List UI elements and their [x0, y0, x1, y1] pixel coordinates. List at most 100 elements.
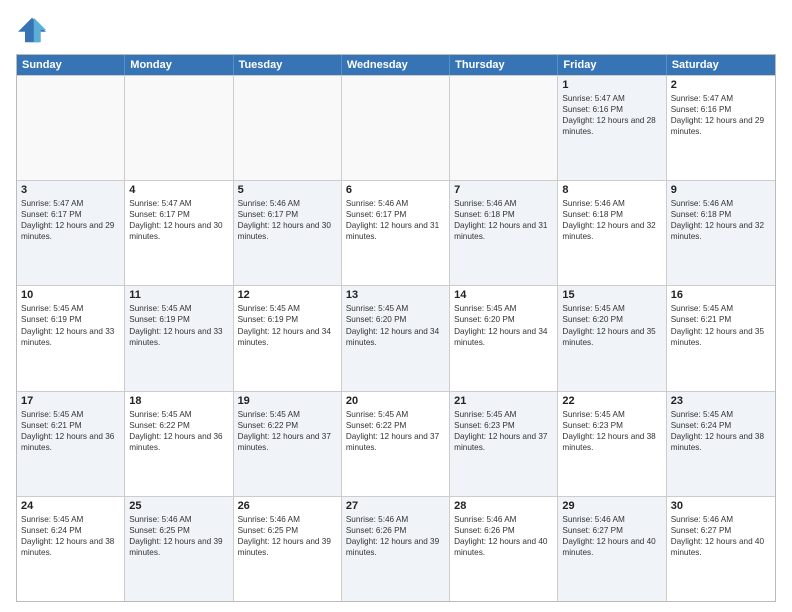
sunset-text: Sunset: 6:26 PM: [454, 525, 553, 536]
calendar-cell: 20 Sunrise: 5:45 AMSunset: 6:22 PMDayligh…: [342, 392, 450, 496]
daylight-text: Daylight: 12 hours and 28 minutes.: [562, 115, 661, 137]
daylight-text: Daylight: 12 hours and 36 minutes.: [129, 431, 228, 453]
day-number: 24: [21, 500, 120, 512]
sunset-text: Sunset: 6:18 PM: [454, 209, 553, 220]
day-number: 17: [21, 395, 120, 407]
sunrise-text: Sunrise: 5:45 AM: [671, 303, 771, 314]
sunrise-text: Sunrise: 5:47 AM: [562, 93, 661, 104]
calendar-cell: 28Sunrise: 5:46 AMSunset: 6:26 PMDayligh…: [450, 497, 558, 601]
sunrise-text: Sunrise: 5:45 AM: [346, 303, 445, 314]
calendar-cell: 16Sunrise: 5:45 AMSunset: 6:21 PMDayligh…: [667, 286, 775, 390]
sunset-text: Sunset: 6:22 PM: [346, 420, 445, 431]
day-number: 3: [21, 184, 120, 196]
calendar-cell: 17Sunrise: 5:45 AMSunset: 6:21 PMDayligh…: [17, 392, 125, 496]
sunrise-text: Sunrise: 5:45 AM: [562, 409, 661, 420]
day-number: 20: [346, 395, 445, 407]
daylight-text: Daylight: 12 hours and 33 minutes.: [21, 326, 120, 348]
day-number: 10: [21, 289, 120, 301]
sunset-text: Sunset: 6:20 PM: [346, 314, 445, 325]
sunset-text: Sunset: 6:27 PM: [562, 525, 661, 536]
day-number: 21: [454, 395, 553, 407]
sunrise-text: Sunrise: 5:46 AM: [454, 198, 553, 209]
sunrise-text: Sunrise: 5:46 AM: [671, 514, 771, 525]
sunrise-text: Sunrise: 5:45 AM: [454, 303, 553, 314]
calendar-cell: 18Sunrise: 5:45 AMSunset: 6:22 PMDayligh…: [125, 392, 233, 496]
daylight-text: Daylight: 12 hours and 35 minutes.: [562, 326, 661, 348]
sunset-text: Sunset: 6:21 PM: [21, 420, 120, 431]
daylight-text: Daylight: 12 hours and 37 minutes.: [346, 431, 445, 453]
calendar-row: 10Sunrise: 5:45 AMSunset: 6:19 PMDayligh…: [17, 285, 775, 390]
sunrise-text: Sunrise: 5:45 AM: [129, 303, 228, 314]
calendar-cell: [450, 76, 558, 180]
calendar-cell: [17, 76, 125, 180]
sunset-text: Sunset: 6:18 PM: [562, 209, 661, 220]
calendar-cell: 29 Sunrise: 5:46 AMSunset: 6:27 PMDayligh…: [558, 497, 666, 601]
sunrise-text: Sunrise: 5:46 AM: [562, 198, 661, 209]
day-number: 30: [671, 500, 771, 512]
sunset-text: Sunset: 6:23 PM: [562, 420, 661, 431]
logo: [16, 16, 52, 44]
daylight-text: Daylight: 12 hours and 40 minutes.: [562, 536, 661, 558]
day-number: 29: [562, 500, 661, 512]
sunrise-text: Sunrise: 5:45 AM: [454, 409, 553, 420]
daylight-text: Daylight: 12 hours and 38 minutes.: [671, 431, 771, 453]
header: [16, 16, 776, 44]
sunrise-text: Sunrise: 5:45 AM: [21, 303, 120, 314]
calendar-row: 24Sunrise: 5:45 AMSunset: 6:24 PMDayligh…: [17, 496, 775, 601]
calendar-cell: 3Sunrise: 5:47 AMSunset: 6:17 PMDaylight…: [17, 181, 125, 285]
day-number: 12: [238, 289, 337, 301]
day-number: 5: [238, 184, 337, 196]
daylight-text: Daylight: 12 hours and 38 minutes.: [21, 536, 120, 558]
calendar-cell: 13Sunrise: 5:45 AMSunset: 6:20 PMDayligh…: [342, 286, 450, 390]
sunrise-text: Sunrise: 5:45 AM: [238, 409, 337, 420]
daylight-text: Daylight: 12 hours and 30 minutes.: [238, 220, 337, 242]
daylight-text: Daylight: 12 hours and 29 minutes.: [671, 115, 771, 137]
sunset-text: Sunset: 6:21 PM: [671, 314, 771, 325]
calendar-cell: 8Sunrise: 5:46 AMSunset: 6:18 PMDaylight…: [558, 181, 666, 285]
calendar-cell: 25Sunrise: 5:46 AMSunset: 6:25 PMDayligh…: [125, 497, 233, 601]
calendar-cell: 9Sunrise: 5:46 AMSunset: 6:18 PMDaylight…: [667, 181, 775, 285]
sunrise-text: Sunrise: 5:45 AM: [562, 303, 661, 314]
calendar-cell: 14Sunrise: 5:45 AMSunset: 6:20 PMDayligh…: [450, 286, 558, 390]
calendar-cell: [342, 76, 450, 180]
daylight-text: Daylight: 12 hours and 39 minutes.: [129, 536, 228, 558]
day-number: 22: [562, 395, 661, 407]
sunset-text: Sunset: 6:25 PM: [238, 525, 337, 536]
calendar-cell: 12Sunrise: 5:45 AMSunset: 6:19 PMDayligh…: [234, 286, 342, 390]
day-number: 28: [454, 500, 553, 512]
calendar-cell: 23Sunrise: 5:45 AMSunset: 6:24 PMDayligh…: [667, 392, 775, 496]
sunset-text: Sunset: 6:18 PM: [671, 209, 771, 220]
calendar-cell: 11Sunrise: 5:45 AMSunset: 6:19 PMDayligh…: [125, 286, 233, 390]
calendar-cell: 22 Sunrise: 5:45 AMSunset: 6:23 PMDayligh…: [558, 392, 666, 496]
daylight-text: Daylight: 12 hours and 32 minutes.: [562, 220, 661, 242]
sunset-text: Sunset: 6:25 PM: [129, 525, 228, 536]
sunrise-text: Sunrise: 5:45 AM: [346, 409, 445, 420]
calendar-cell: [234, 76, 342, 180]
daylight-text: Daylight: 12 hours and 37 minutes.: [238, 431, 337, 453]
daylight-text: Daylight: 12 hours and 29 minutes.: [21, 220, 120, 242]
sunrise-text: Sunrise: 5:46 AM: [562, 514, 661, 525]
sunset-text: Sunset: 6:16 PM: [562, 104, 661, 115]
calendar-cell: 21Sunrise: 5:45 AMSunset: 6:23 PMDayligh…: [450, 392, 558, 496]
weekday-header: Wednesday: [342, 55, 450, 75]
daylight-text: Daylight: 12 hours and 33 minutes.: [129, 326, 228, 348]
daylight-text: Daylight: 12 hours and 38 minutes.: [562, 431, 661, 453]
sunrise-text: Sunrise: 5:47 AM: [21, 198, 120, 209]
sunset-text: Sunset: 6:17 PM: [129, 209, 228, 220]
calendar-cell: 7Sunrise: 5:46 AMSunset: 6:18 PMDaylight…: [450, 181, 558, 285]
weekday-header: Sunday: [17, 55, 125, 75]
sunset-text: Sunset: 6:19 PM: [21, 314, 120, 325]
sunrise-text: Sunrise: 5:45 AM: [21, 409, 120, 420]
calendar-cell: 6Sunrise: 5:46 AMSunset: 6:17 PMDaylight…: [342, 181, 450, 285]
calendar-cell: 27Sunrise: 5:46 AMSunset: 6:26 PMDayligh…: [342, 497, 450, 601]
day-number: 4: [129, 184, 228, 196]
sunset-text: Sunset: 6:24 PM: [671, 420, 771, 431]
calendar-row: 3 Sunrise: 5:47 AM Sunset: 6:17 PM Daylight…: [17, 180, 775, 285]
weekday-header: Monday: [125, 55, 233, 75]
day-number: 2: [671, 79, 771, 91]
daylight-text: Daylight: 12 hours and 39 minutes.: [346, 536, 445, 558]
day-number: 1: [562, 79, 661, 91]
calendar-body: 1Sunrise: 5:47 AMSunset: 6:16 PMDaylight…: [17, 75, 775, 601]
sunset-text: Sunset: 6:17 PM: [346, 209, 445, 220]
calendar-cell: 1 Sunrise: 5:47 AMSunset: 6:16 PMDaylight…: [558, 76, 666, 180]
